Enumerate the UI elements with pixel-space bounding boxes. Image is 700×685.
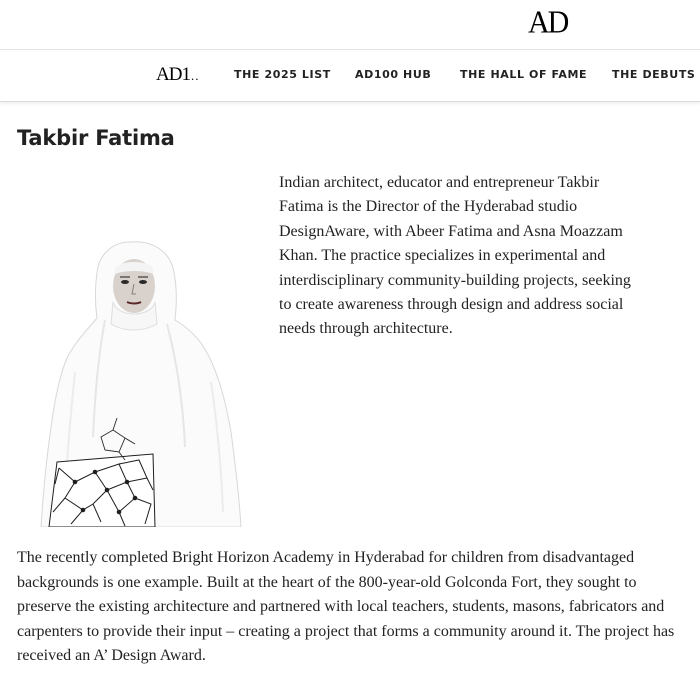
nav-ad100-hub[interactable]: AD100 HUB — [355, 68, 431, 82]
body-paragraph: The recently completed Bright Horizon Ac… — [17, 549, 675, 665]
page-title: Takbir Fatima — [17, 126, 175, 150]
ad100-logo-text: AD1 — [156, 64, 191, 85]
nav-the-hall-of-fame[interactable]: THE HALL OF FAME — [460, 68, 587, 82]
nav-the-debuts[interactable]: THE DEBUTS — [612, 68, 695, 82]
brand-logo[interactable]: AD — [528, 5, 569, 41]
section-nav: AD1.. THE 2025 LIST AD100 HUB THE HALL O… — [0, 50, 700, 102]
ad100-logo-dots: .. — [190, 68, 200, 83]
bio-paragraph: Indian architect, educator and entrepren… — [279, 174, 631, 338]
nav-the-2025-list[interactable]: THE 2025 LIST — [234, 68, 331, 82]
top-header: AD — [0, 0, 700, 50]
ad100-logo[interactable]: AD1.. — [156, 64, 199, 87]
portrait-image — [40, 241, 242, 527]
